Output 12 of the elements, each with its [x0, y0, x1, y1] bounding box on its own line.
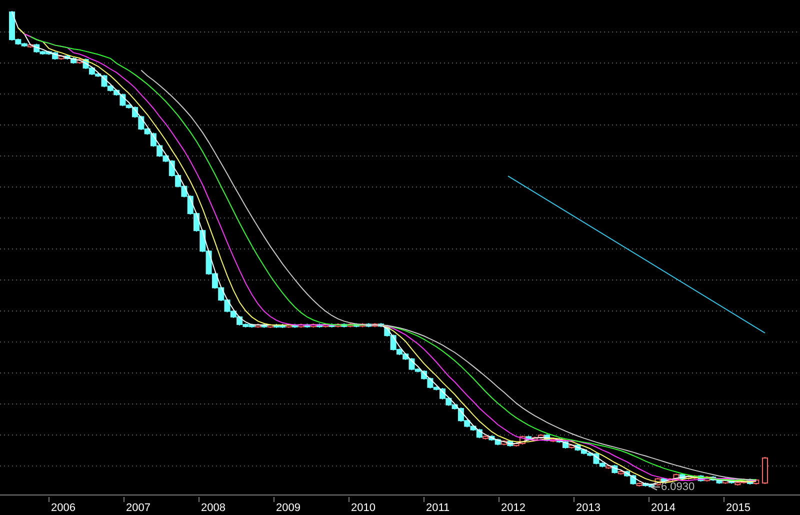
year-label: 2014 — [651, 502, 676, 514]
year-label: 2013 — [576, 502, 600, 514]
year-label: 2008 — [201, 502, 226, 514]
arrow-icon — [650, 482, 660, 490]
year-label: 2006 — [51, 502, 76, 514]
year-label: 2012 — [501, 502, 526, 514]
year-label: 2009 — [276, 502, 300, 514]
price-label: 6.0930 — [661, 481, 695, 493]
year-label: 2007 — [126, 502, 150, 514]
year-label: 2015 — [726, 502, 750, 514]
year-label: 2011 — [426, 502, 450, 514]
year-label: 2010 — [351, 502, 376, 514]
